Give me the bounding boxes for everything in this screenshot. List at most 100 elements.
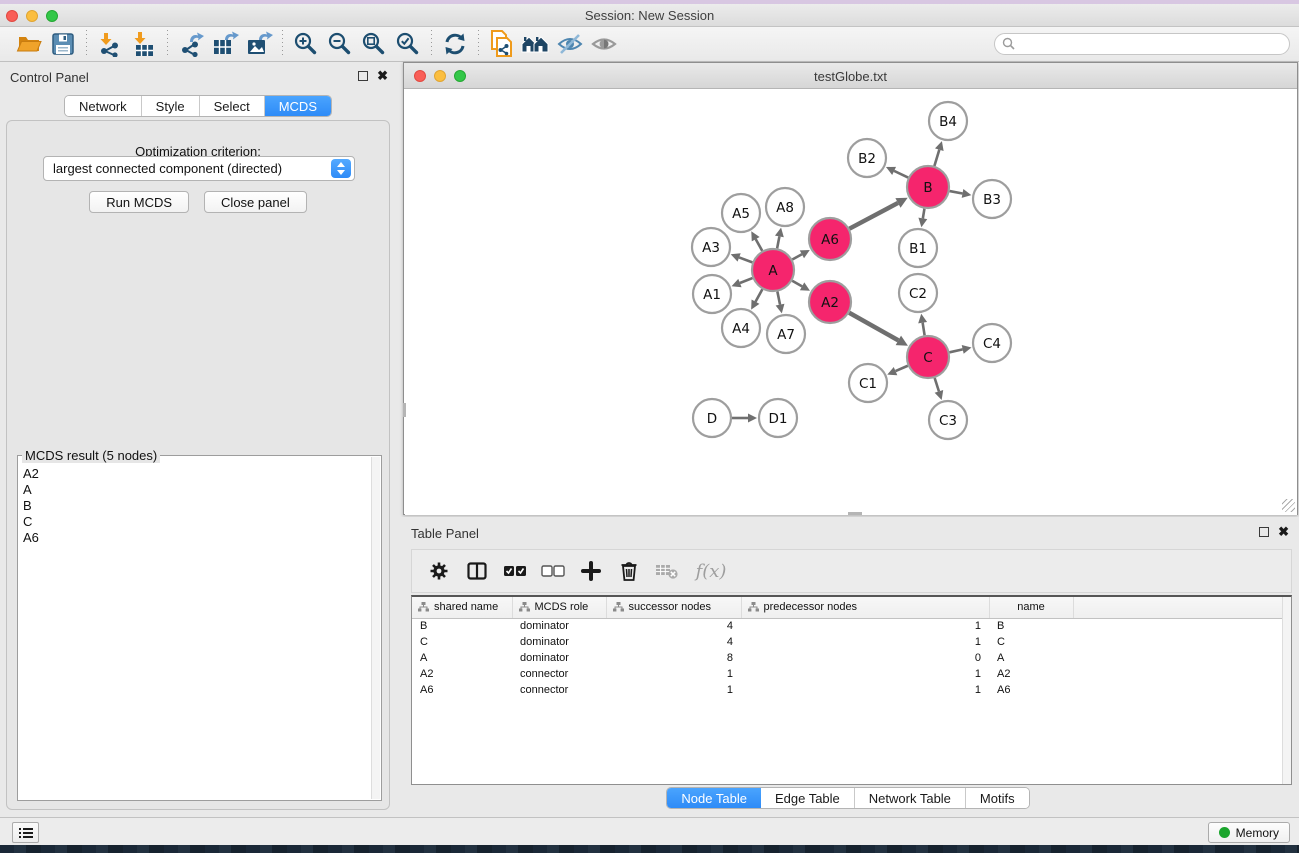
graph-node-B4[interactable]: B4: [929, 102, 967, 140]
mcds-result-scrollbar[interactable]: [371, 457, 380, 799]
table-row[interactable]: Bdominator41B: [412, 618, 1291, 634]
graph-edge[interactable]: [792, 281, 802, 287]
hide-selected-eye-icon[interactable]: [553, 29, 587, 59]
import-network-icon[interactable]: [93, 29, 127, 59]
graph-edge[interactable]: [739, 257, 752, 262]
graph-node-A1[interactable]: A1: [693, 275, 731, 313]
graph-edge[interactable]: [756, 239, 763, 251]
mcds-result-item[interactable]: A: [23, 482, 371, 498]
graph-node-B2[interactable]: B2: [848, 139, 886, 177]
select-all-icon[interactable]: [498, 554, 532, 588]
zoom-fit-icon[interactable]: [357, 29, 391, 59]
graph-node-D1[interactable]: D1: [759, 399, 797, 437]
open-folder-icon[interactable]: [12, 29, 46, 59]
tab-style[interactable]: Style: [142, 96, 200, 116]
export-table-icon[interactable]: [208, 29, 242, 59]
column-header[interactable]: predecessor nodes: [741, 597, 989, 618]
table-row[interactable]: Adominator80A: [412, 650, 1291, 666]
graph-edge[interactable]: [896, 366, 908, 371]
table-close-panel-icon[interactable]: ✖: [1278, 527, 1289, 537]
graph-edge[interactable]: [740, 278, 753, 283]
graph-edge[interactable]: [923, 209, 925, 219]
gear-icon[interactable]: [422, 554, 456, 588]
graph-node-C1[interactable]: C1: [849, 364, 887, 402]
node-table[interactable]: shared nameMCDS rolesuccessor nodesprede…: [411, 595, 1292, 785]
window-resize-grip[interactable]: [1282, 499, 1295, 512]
graph-node-C4[interactable]: C4: [973, 324, 1011, 362]
zoom-out-icon[interactable]: [323, 29, 357, 59]
mcds-result-item[interactable]: B: [23, 498, 371, 514]
deselect-all-icon[interactable]: [536, 554, 570, 588]
table-scrollbar[interactable]: [1282, 597, 1291, 784]
graph-edge[interactable]: [792, 254, 802, 259]
graph-node-A5[interactable]: A5: [722, 194, 760, 232]
mcds-result-item[interactable]: A2: [23, 466, 371, 482]
column-header[interactable]: name: [989, 597, 1073, 618]
graph-edge[interactable]: [777, 236, 779, 248]
graph-edge[interactable]: [849, 203, 898, 229]
tab-edge-table[interactable]: Edge Table: [761, 788, 855, 808]
zoom-selected-icon[interactable]: [391, 29, 425, 59]
graph-edge[interactable]: [950, 191, 963, 193]
network-graph[interactable]: B4B2BB3A8A5A6A3B1AC2A1A2A4A7C4CC1DD1C3: [405, 90, 1297, 515]
graph-node-A7[interactable]: A7: [767, 315, 805, 353]
graph-node-C3[interactable]: C3: [929, 401, 967, 439]
export-network-icon[interactable]: [174, 29, 208, 59]
refresh-icon[interactable]: [438, 29, 472, 59]
table-row[interactable]: A6connector11A6: [412, 682, 1291, 698]
tab-motifs[interactable]: Motifs: [966, 788, 1029, 808]
graph-node-A4[interactable]: A4: [722, 309, 760, 347]
graph-edge[interactable]: [777, 292, 780, 305]
close-panel-icon[interactable]: ✖: [377, 71, 388, 81]
graph-node-B3[interactable]: B3: [973, 180, 1011, 218]
search-field[interactable]: [994, 33, 1290, 55]
graph-node-A6[interactable]: A6: [809, 218, 851, 260]
table-row[interactable]: A2connector11A2: [412, 666, 1291, 682]
graph-node-B[interactable]: B: [907, 166, 949, 208]
float-panel-icon[interactable]: [358, 71, 368, 81]
graph-edge[interactable]: [949, 349, 962, 352]
graph-node-A8[interactable]: A8: [766, 188, 804, 226]
save-icon[interactable]: [46, 29, 80, 59]
network-canvas[interactable]: B4B2BB3A8A5A6A3B1AC2A1A2A4A7C4CC1DD1C3: [405, 90, 1297, 515]
column-header[interactable]: shared name: [412, 597, 512, 618]
optimization-criterion-select[interactable]: largest connected component (directed): [43, 156, 355, 181]
graph-node-A[interactable]: A: [752, 249, 794, 291]
graph-edge[interactable]: [923, 323, 925, 336]
memory-button[interactable]: Memory: [1208, 822, 1290, 843]
close-panel-button[interactable]: Close panel: [204, 191, 307, 213]
export-image-icon[interactable]: [242, 29, 276, 59]
table-row[interactable]: Cdominator41C: [412, 634, 1291, 650]
tab-network-table[interactable]: Network Table: [855, 788, 966, 808]
new-network-from-selection-icon[interactable]: [485, 29, 519, 59]
column-header[interactable]: MCDS role: [512, 597, 606, 618]
graph-node-D[interactable]: D: [693, 399, 731, 437]
graph-node-B1[interactable]: B1: [899, 229, 937, 267]
mcds-result-list[interactable]: A2ABCA6: [19, 466, 371, 799]
graph-edge[interactable]: [849, 313, 898, 341]
tab-node-table[interactable]: Node Table: [667, 788, 761, 808]
graph-node-C2[interactable]: C2: [899, 274, 937, 312]
zoom-in-icon[interactable]: [289, 29, 323, 59]
delete-column-icon[interactable]: [612, 554, 646, 588]
network-window-titlebar[interactable]: testGlobe.txt: [404, 63, 1297, 89]
tab-network[interactable]: Network: [65, 96, 142, 116]
tab-mcds[interactable]: MCDS: [265, 96, 331, 116]
home-views-icon[interactable]: [519, 29, 553, 59]
graph-edge[interactable]: [755, 289, 762, 301]
search-input[interactable]: [1016, 35, 1289, 53]
graph-edge[interactable]: [935, 378, 939, 391]
mcds-result-item[interactable]: A6: [23, 530, 371, 546]
graph-node-A3[interactable]: A3: [692, 228, 730, 266]
import-table-icon[interactable]: [127, 29, 161, 59]
run-mcds-button[interactable]: Run MCDS: [89, 191, 189, 213]
mcds-result-item[interactable]: C: [23, 514, 371, 530]
add-column-icon[interactable]: [574, 554, 608, 588]
task-history-button[interactable]: [12, 822, 39, 843]
graph-node-C[interactable]: C: [907, 336, 949, 378]
columns-icon[interactable]: [460, 554, 494, 588]
tab-select[interactable]: Select: [200, 96, 265, 116]
column-header[interactable]: successor nodes: [606, 597, 741, 618]
graph-edge[interactable]: [894, 171, 908, 178]
graph-edge[interactable]: [934, 150, 939, 166]
